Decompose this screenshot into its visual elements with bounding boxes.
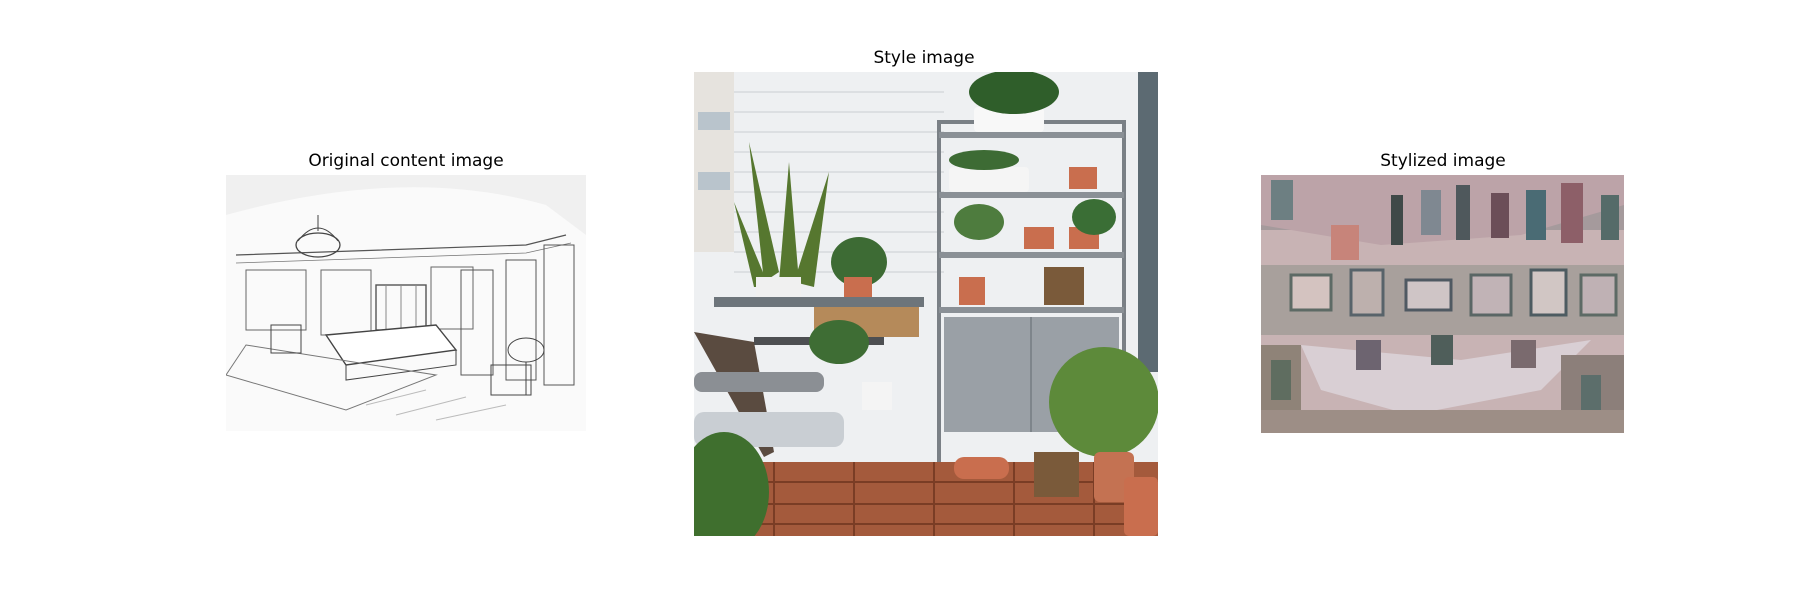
style-image-title: Style image	[873, 48, 975, 68]
content-image-title: Original content image	[308, 151, 504, 171]
stylized-image	[1261, 175, 1624, 433]
style-image	[694, 72, 1158, 536]
content-image	[226, 175, 586, 431]
stylized-image-title: Stylized image	[1380, 151, 1506, 171]
